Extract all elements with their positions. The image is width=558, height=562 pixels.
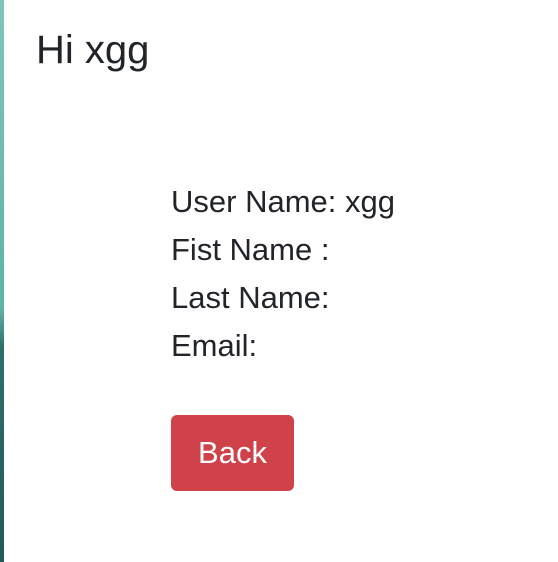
user-name-line: User Name: xgg (171, 184, 395, 219)
back-button[interactable]: Back (171, 415, 294, 491)
first-name-line: Fist Name : (171, 232, 330, 267)
last-name-line: Last Name: (171, 280, 330, 315)
window-edge (0, 0, 4, 562)
greeting-heading: Hi xgg (36, 28, 150, 72)
email-line: Email: (171, 328, 258, 363)
user-details: User Name: xgg Fist Name : Last Name: Em… (171, 178, 395, 370)
profile-page: Hi xgg User Name: xgg Fist Name : Last N… (0, 0, 558, 562)
